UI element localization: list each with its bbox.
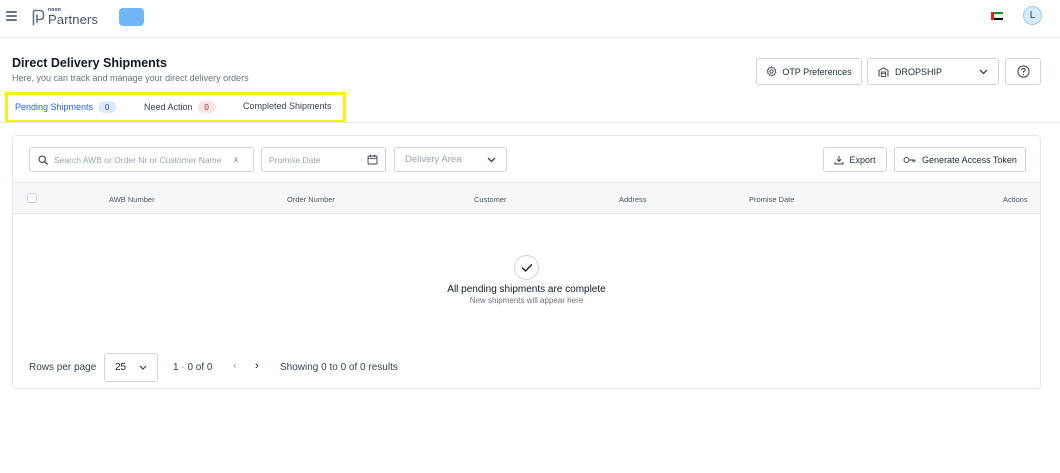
tab-label: Need Action xyxy=(144,102,193,112)
chevron-down-icon xyxy=(139,365,147,370)
uae-flag-icon[interactable] xyxy=(991,12,1003,20)
shipments-card: x Promise Date Delivery Area Export xyxy=(12,135,1041,389)
page-range: 1 - 0 of 0 xyxy=(173,362,212,373)
previous-page-icon[interactable]: ‹ xyxy=(233,360,237,372)
next-page-icon[interactable]: › xyxy=(255,360,259,372)
tab-need-action[interactable]: Need Action 0 xyxy=(144,101,216,113)
search-input[interactable] xyxy=(54,154,228,165)
chevron-down-icon xyxy=(487,157,496,162)
tab-completed-shipments[interactable]: Completed Shipments xyxy=(243,101,332,111)
page-title: Direct Delivery Shipments xyxy=(12,56,167,70)
delivery-area-placeholder: Delivery Area xyxy=(405,154,462,165)
tab-label: Pending Shipments xyxy=(15,102,94,112)
help-button[interactable] xyxy=(1005,58,1041,85)
chevron-down-icon xyxy=(979,69,988,74)
key-icon xyxy=(903,156,916,163)
column-header-customer[interactable]: Customer xyxy=(474,195,507,204)
otp-preferences-button[interactable]: OTP Preferences xyxy=(756,58,862,85)
rows-per-page-select[interactable]: 25 xyxy=(104,353,158,382)
tabs-divider xyxy=(0,122,1060,123)
promise-date-picker[interactable]: Promise Date xyxy=(261,147,386,172)
rows-per-page-value: 25 xyxy=(115,362,127,373)
tab-pending-shipments[interactable]: Pending Shipments 0 xyxy=(15,101,117,113)
logo-mark-icon xyxy=(32,9,45,25)
count-badge: 0 xyxy=(197,101,216,113)
rows-per-page-label: Rows per page xyxy=(29,362,97,373)
table-header: AWB Number Order Number Customer Address… xyxy=(13,182,1040,214)
store-selector[interactable] xyxy=(119,8,144,26)
select-all-checkbox[interactable] xyxy=(27,193,37,203)
logo-text: Partners xyxy=(48,12,98,27)
generate-access-token-label: Generate Access Token xyxy=(922,154,1017,165)
generate-access-token-button[interactable]: Generate Access Token xyxy=(894,147,1026,172)
page-subtitle: Here, you can track and manage your dire… xyxy=(12,73,249,83)
results-summary: Showing 0 to 0 of 0 results xyxy=(280,362,398,373)
clear-search-icon[interactable]: x xyxy=(234,155,238,164)
warehouse-icon xyxy=(878,66,889,77)
user-avatar[interactable]: L xyxy=(1023,6,1042,25)
menu-icon[interactable] xyxy=(6,11,17,21)
column-header-order-number[interactable]: Order Number xyxy=(287,195,335,204)
gear-icon xyxy=(767,66,777,77)
export-label: Export xyxy=(849,154,876,165)
delivery-area-select[interactable]: Delivery Area xyxy=(394,147,507,172)
help-circle-icon xyxy=(1016,65,1030,78)
export-button[interactable]: Export xyxy=(823,147,887,172)
top-bar: noon Partners L xyxy=(0,0,1060,38)
search-icon xyxy=(38,154,48,165)
empty-state-subtitle: New shipments will appear here xyxy=(469,296,584,305)
empty-state-title: All pending shipments are complete xyxy=(447,284,606,295)
column-header-promise-date[interactable]: Promise Date xyxy=(749,195,794,204)
count-badge: 0 xyxy=(98,101,117,113)
noon-partners-logo[interactable]: noon Partners xyxy=(32,7,98,27)
column-header-actions: Actions xyxy=(1003,195,1028,204)
otp-preferences-label: OTP Preferences xyxy=(782,66,852,77)
column-header-address[interactable]: Address xyxy=(619,195,647,204)
check-circle-icon xyxy=(514,255,539,280)
search-box[interactable]: x xyxy=(29,147,254,172)
fulfilment-mode-select[interactable]: DROPSHIP xyxy=(867,58,999,85)
page-range-total: 0 of 0 xyxy=(187,362,213,373)
calendar-icon xyxy=(367,154,378,165)
download-icon xyxy=(834,155,844,164)
tab-label: Completed Shipments xyxy=(243,101,332,111)
fulfilment-mode-value: DROPSHIP xyxy=(895,66,943,77)
promise-date-placeholder: Promise Date xyxy=(269,154,321,165)
column-header-awb-number[interactable]: AWB Number xyxy=(109,195,155,204)
